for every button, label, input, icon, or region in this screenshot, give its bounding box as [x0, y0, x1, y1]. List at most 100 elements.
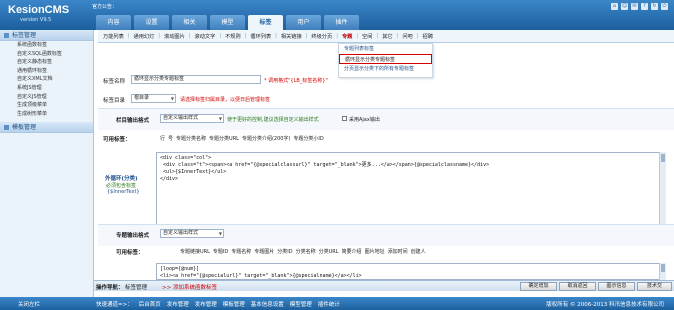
tag-chip[interactable]: 分类名称 — [296, 248, 316, 255]
sidebar-item[interactable]: 自定义SQL函数标签 — [0, 50, 93, 59]
special-dropdown-menu: 专题列表标签 循环显示分类专题标签 分页显示分类下的所有专题标签 — [338, 43, 433, 78]
subnav-separator: | — [219, 33, 222, 39]
help-icon[interactable]: ? — [641, 3, 648, 10]
main-tab-0[interactable]: 内容 — [96, 15, 131, 30]
dropdown-item[interactable]: 专题列表标签 — [339, 44, 432, 54]
avail-label: 可用标签： — [103, 137, 131, 143]
subnav-item[interactable]: 滚动文字 — [195, 33, 216, 40]
quick-label: 快速通道=>： — [96, 302, 133, 308]
tag-chip[interactable]: 专题分类URL — [209, 135, 239, 142]
tag-chip[interactable]: 创建人 — [411, 248, 426, 255]
main-tab-5[interactable]: 用户 — [286, 15, 321, 30]
subnav-item[interactable]: 滚动图片 — [164, 33, 185, 40]
info-button[interactable]: 图示信息 — [598, 282, 635, 291]
confirm-add-button[interactable]: 确定增加 — [520, 282, 557, 291]
loop-note-var: {$InnerText} — [107, 189, 140, 195]
inner-template-textarea[interactable]: [loop={@num}] <li><a href="{@specialurl}… — [156, 263, 666, 280]
tag-chip[interactable]: 分类URL — [319, 248, 339, 255]
sidebar-item[interactable]: 生成树形菜单 — [0, 110, 93, 119]
sidebar-item[interactable]: 生成顶级菜单 — [0, 101, 93, 110]
outer-template-textarea[interactable]: <div class="col"> <div class="t"><span><… — [156, 152, 666, 226]
main-tab-2[interactable]: 相关 — [172, 15, 207, 30]
textarea-scrollbar-2[interactable] — [659, 263, 666, 280]
subnav-separator: | — [376, 33, 379, 39]
dropdown-item[interactable]: 循环显示分类专题标签 — [339, 54, 432, 64]
toggle-sidebar-link[interactable]: 关闭左栏 — [18, 300, 40, 308]
textarea-scrollbar[interactable] — [659, 152, 666, 226]
tag-chip[interactable]: 简要介绍 — [342, 248, 362, 255]
tag-chip[interactable]: 专题图片 — [254, 248, 274, 255]
action-bar: 操作导航： 标签管理 >> 添加系统函数标签 确定增加 取消返回 图示信息 技术… — [94, 280, 674, 291]
main-tab-4[interactable]: 标签 — [248, 15, 283, 30]
subnav-item[interactable]: 不规则 — [225, 33, 241, 40]
tag-chip[interactable]: 专题名称 — [231, 248, 251, 255]
tag-chip[interactable]: 专题链接URL — [180, 248, 210, 255]
home-icon[interactable]: ⌂ — [611, 3, 618, 10]
subnav-separator: | — [305, 33, 308, 39]
subnav-item[interactable]: 空间 — [362, 33, 372, 40]
main-tab-6[interactable]: 插件 — [324, 15, 359, 30]
sidebar-item[interactable]: 系统JS管理 — [0, 84, 93, 93]
tag-chip[interactable]: 添加时间 — [388, 248, 408, 255]
avail-label-2: 可用标签： — [116, 250, 144, 256]
tech-button[interactable]: 技术交 — [637, 282, 672, 291]
sidebar-item[interactable]: 自定义静态标签 — [0, 58, 93, 67]
outer-format-note: 使于更好的控制,建议选择自定义输出样式 — [227, 117, 319, 123]
subnav-separator: | — [158, 33, 161, 39]
outer-format-select[interactable]: 自定义输出样式 — [160, 114, 224, 123]
quick-link[interactable]: 后台首页 — [139, 300, 161, 308]
ajax-checkbox[interactable] — [342, 116, 347, 121]
sidebar-section-title: 模板管理 — [12, 123, 37, 131]
announcement: 官方公告： — [92, 4, 118, 10]
tag-chip[interactable]: 图片地址 — [365, 248, 385, 255]
sidebar-item[interactable]: 自定义JS管理 — [0, 93, 93, 102]
sidebar-section-templates[interactable]: 模板管理 — [0, 122, 93, 134]
cancel-return-button[interactable]: 取消返回 — [559, 282, 596, 291]
tag-chip[interactable]: 行 — [160, 135, 165, 142]
dropdown-item[interactable]: 分页显示分类下的所有专题标签 — [339, 64, 432, 74]
main-tabs: 内容 设置 相关 模型 标签 用户 插件 — [96, 15, 359, 30]
subnav-item[interactable]: 终级分页 — [311, 33, 332, 40]
quick-link[interactable]: 模板管理 — [223, 300, 245, 308]
subnav-item[interactable]: 循环列表 — [250, 33, 271, 40]
sidebar-item[interactable]: 通用循环标签 — [0, 67, 93, 76]
subnav-item[interactable]: 专题 — [342, 33, 352, 40]
subnav-item[interactable]: 招聘 — [423, 33, 433, 40]
user-icon[interactable]: ☺ — [621, 3, 628, 10]
tag-chip[interactable]: 专题分类小ID — [293, 135, 323, 142]
quick-link[interactable]: 发布管理 — [167, 300, 189, 308]
subnav-item[interactable]: 通用幻灯 — [134, 33, 155, 40]
quick-link[interactable]: 发布管理 — [195, 300, 217, 308]
main-tab-1[interactable]: 设置 — [134, 15, 169, 30]
top-icons: ⌂ ☺ ✉ ? ↻ ⏻ — [611, 3, 668, 10]
quick-link[interactable]: 基本信息设置 — [251, 300, 284, 308]
subnav-item[interactable]: 万能列表 — [103, 33, 124, 40]
inner-format-select[interactable]: 自定义输出样式 — [160, 229, 224, 238]
crumb-link[interactable]: >> 添加系统函数标签 — [162, 283, 217, 291]
main-tab-3[interactable]: 模型 — [210, 15, 245, 30]
sidebar-section-tags[interactable]: 标签管理 — [0, 30, 93, 41]
ajax-label: 采用Ajax输出 — [349, 117, 380, 123]
refresh-icon[interactable]: ↻ — [651, 3, 658, 10]
tag-chip[interactable]: 专题ID — [213, 248, 228, 255]
tag-chip[interactable]: 专题分类介绍(200字) — [242, 135, 290, 142]
subnav-item[interactable]: 其它 — [382, 33, 392, 40]
subnav-item[interactable]: 相关链接 — [281, 33, 302, 40]
logout-icon[interactable]: ⏻ — [661, 3, 668, 10]
tag-chip[interactable]: 专题分类名称 — [176, 135, 206, 142]
mail-icon[interactable]: ✉ — [631, 3, 638, 10]
tag-chip[interactable]: 分类ID — [277, 248, 292, 255]
sidebar-item[interactable]: 系统函数标签 — [0, 41, 93, 50]
crumb-value[interactable]: 标签管理 — [125, 283, 147, 291]
dir-select[interactable]: 根目录 — [131, 94, 176, 103]
sidebar-item[interactable]: 自定义XML文档 — [0, 75, 93, 84]
tag-name-input[interactable]: 循环显示分类专题标签 — [131, 75, 261, 84]
quick-link[interactable]: 插件统计 — [318, 300, 340, 308]
inner-format-label: 专题输出格式 — [116, 233, 150, 239]
sub-navigation: 万能列表 | 通用幻灯 | 滚动图片 | 滚动文字 | 不规则 | 循环列表 | 相关链接 | 终级分页 | 专… — [98, 30, 674, 43]
sidebar-section-title: 标签管理 — [12, 31, 37, 39]
quick-link[interactable]: 模型管理 — [290, 300, 312, 308]
subnav-separator: | — [244, 33, 247, 39]
subnav-item[interactable]: 问吧 — [402, 33, 412, 40]
tag-chip[interactable]: 号 — [168, 135, 173, 142]
